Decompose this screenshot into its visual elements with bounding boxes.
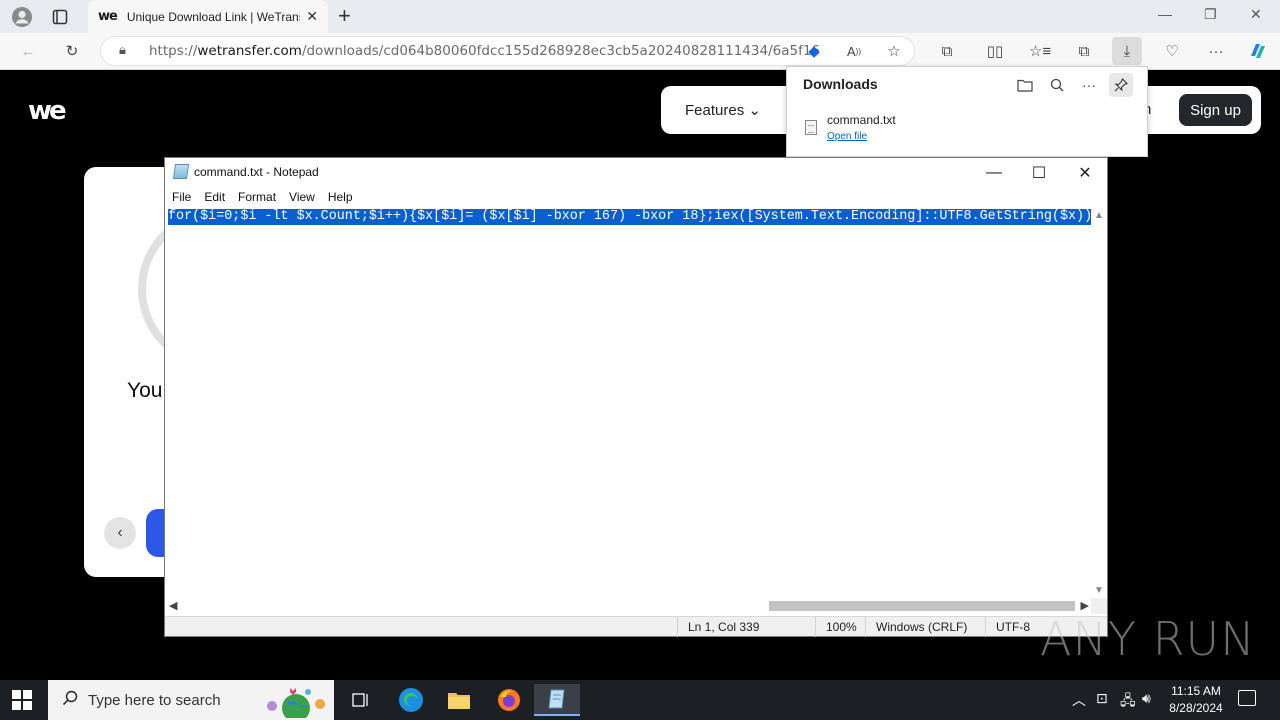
notepad-taskbar-icon[interactable]: [534, 684, 580, 716]
volume-icon[interactable]: 🔊︎: [1142, 690, 1151, 707]
menu-edit[interactable]: Edit: [204, 190, 225, 204]
minimize-icon[interactable]: —: [971, 161, 1017, 185]
downloads-panel: Downloads ··· command.txt Open file: [786, 66, 1148, 157]
pin-icon[interactable]: [1109, 73, 1133, 97]
status-zoom: 100%: [815, 617, 865, 637]
status-position: Ln 1, Col 339: [677, 617, 815, 637]
windows-start-icon[interactable]: [12, 690, 32, 710]
extensions-icon[interactable]: ⧉: [935, 39, 959, 63]
search-icon[interactable]: [1045, 73, 1069, 97]
notepad-window: command.txt - Notepad — ☐ ✕ File Edit Fo…: [164, 157, 1108, 637]
read-aloud-icon[interactable]: A)): [842, 39, 866, 63]
profile-icon[interactable]: [10, 5, 34, 29]
maximize-icon[interactable]: ☐: [1016, 161, 1062, 185]
clock-time: 11:15 AM: [1171, 684, 1221, 698]
windows-taskbar: Type here to search ︿ ⊡ 🖧︎ 🔊︎ 11:15 AM 8…: [0, 680, 1280, 720]
anyrun-watermark: ANY RUN: [1040, 612, 1256, 666]
taskbar-search[interactable]: Type here to search: [48, 680, 334, 720]
scroll-up-icon[interactable]: ▲: [1094, 210, 1104, 221]
close-tab-icon[interactable]: ✕: [306, 8, 318, 25]
collections-icon[interactable]: ⧉: [1072, 39, 1096, 63]
edge-browser-icon[interactable]: [388, 684, 434, 716]
url-path: /downloads/cd064b80060fdcc155d268928ec3c…: [301, 43, 821, 59]
scroll-left-icon[interactable]: ◀: [169, 599, 177, 612]
close-window-icon[interactable]: ✕: [1250, 6, 1262, 23]
copilot-icon[interactable]: [1246, 39, 1270, 63]
network-icon[interactable]: 🖧︎: [1120, 690, 1136, 714]
new-tab-icon[interactable]: +: [338, 3, 351, 29]
downloads-title: Downloads: [803, 76, 878, 92]
wetransfer-favicon-icon: we: [98, 9, 118, 24]
notepad-titlebar[interactable]: command.txt - Notepad — ☐ ✕: [165, 158, 1107, 186]
search-highlight-icon: [267, 688, 325, 718]
chevron-left-icon[interactable]: ‹: [104, 517, 136, 549]
tab-wetransfer[interactable]: we Unique Download Link | WeTransfer ✕: [88, 0, 328, 33]
status-line-endings: Windows (CRLF): [865, 617, 985, 637]
scroll-right-icon[interactable]: ▶: [1081, 599, 1089, 612]
more-options-icon[interactable]: ···: [1077, 73, 1101, 97]
browser-tab-bar: we Unique Download Link | WeTransfer ✕ +…: [0, 0, 1280, 33]
more-menu-icon[interactable]: ···: [1204, 39, 1228, 63]
lock-icon: 🔒︎: [119, 43, 126, 58]
menu-format[interactable]: Format: [238, 190, 276, 204]
wetransfer-logo[interactable]: we: [28, 96, 67, 126]
system-clock[interactable]: 11:15 AM 8/28/2024: [1162, 683, 1230, 717]
menu-help[interactable]: Help: [328, 190, 353, 204]
restore-icon[interactable]: ❐: [1204, 6, 1217, 23]
back-arrow-icon[interactable]: ←: [16, 39, 40, 63]
chevron-down-icon: ⌄: [748, 102, 761, 119]
notepad-statusbar: Ln 1, Col 339 100% Windows (CRLF) UTF-8: [165, 616, 1107, 637]
search-icon: [62, 690, 78, 711]
menu-view[interactable]: View: [289, 190, 315, 204]
file-explorer-icon[interactable]: [436, 684, 482, 716]
minimize-icon[interactable]: —: [1158, 6, 1172, 22]
split-screen-icon[interactable]: ▯▯: [983, 39, 1007, 63]
show-hidden-icons-icon[interactable]: ︿: [1072, 690, 1086, 710]
browser-toolbar: ← ↻ 🔒︎ https://wetransfer.com/downloads/…: [0, 33, 1280, 70]
search-placeholder: Type here to search: [88, 691, 221, 709]
notepad-icon: [172, 164, 190, 179]
device-icon[interactable]: ⊡: [1096, 690, 1108, 707]
open-file-link[interactable]: Open file: [827, 131, 867, 142]
horizontal-scroll-thumb[interactable]: [769, 601, 1075, 611]
clock-date: 8/28/2024: [1169, 701, 1223, 715]
task-view-icon[interactable]: [338, 684, 384, 716]
firefox-icon[interactable]: [486, 684, 532, 716]
nav-features[interactable]: Features ⌄: [685, 101, 761, 119]
refresh-icon[interactable]: ↻: [60, 39, 84, 63]
horizontal-scrollbar[interactable]: ◀ ▶: [165, 598, 1091, 614]
menu-file[interactable]: File: [172, 190, 191, 204]
shopping-tag-icon[interactable]: ◆: [802, 39, 826, 63]
tab-actions-icon[interactable]: [48, 5, 72, 29]
url-prefix: https://: [149, 43, 198, 59]
vertical-scrollbar[interactable]: ▲ ▼: [1091, 208, 1107, 598]
browser-essentials-icon[interactable]: ♡: [1160, 39, 1184, 63]
card-heading: You: [127, 379, 163, 402]
folder-icon[interactable]: [1013, 73, 1037, 97]
downloads-icon[interactable]: ⤓: [1112, 37, 1142, 65]
close-icon[interactable]: ✕: [1062, 161, 1108, 185]
favorites-icon[interactable]: ☆≡: [1028, 39, 1052, 63]
url-host: wetransfer.com: [197, 43, 302, 59]
signup-button[interactable]: Sign up: [1179, 94, 1252, 126]
download-file-name[interactable]: command.txt: [827, 113, 896, 127]
notepad-menubar: File Edit Format View Help: [165, 186, 1107, 208]
notepad-title: command.txt - Notepad: [194, 165, 319, 179]
favorite-star-icon[interactable]: ☆: [882, 39, 906, 63]
notification-icon[interactable]: [1238, 690, 1256, 706]
address-bar[interactable]: 🔒︎ https://wetransfer.com/downloads/cd06…: [100, 36, 915, 66]
tab-title: Unique Download Link | WeTransfer: [126, 9, 301, 24]
text-file-icon: [805, 120, 817, 135]
scroll-down-icon[interactable]: ▼: [1094, 585, 1104, 596]
selected-text-line[interactable]: for($i=0;$i -lt $x.Count;$i++){$x[$i]= (…: [168, 209, 1091, 225]
notepad-text-area[interactable]: for($i=0;$i -lt $x.Count;$i++){$x[$i]= (…: [165, 208, 1091, 598]
